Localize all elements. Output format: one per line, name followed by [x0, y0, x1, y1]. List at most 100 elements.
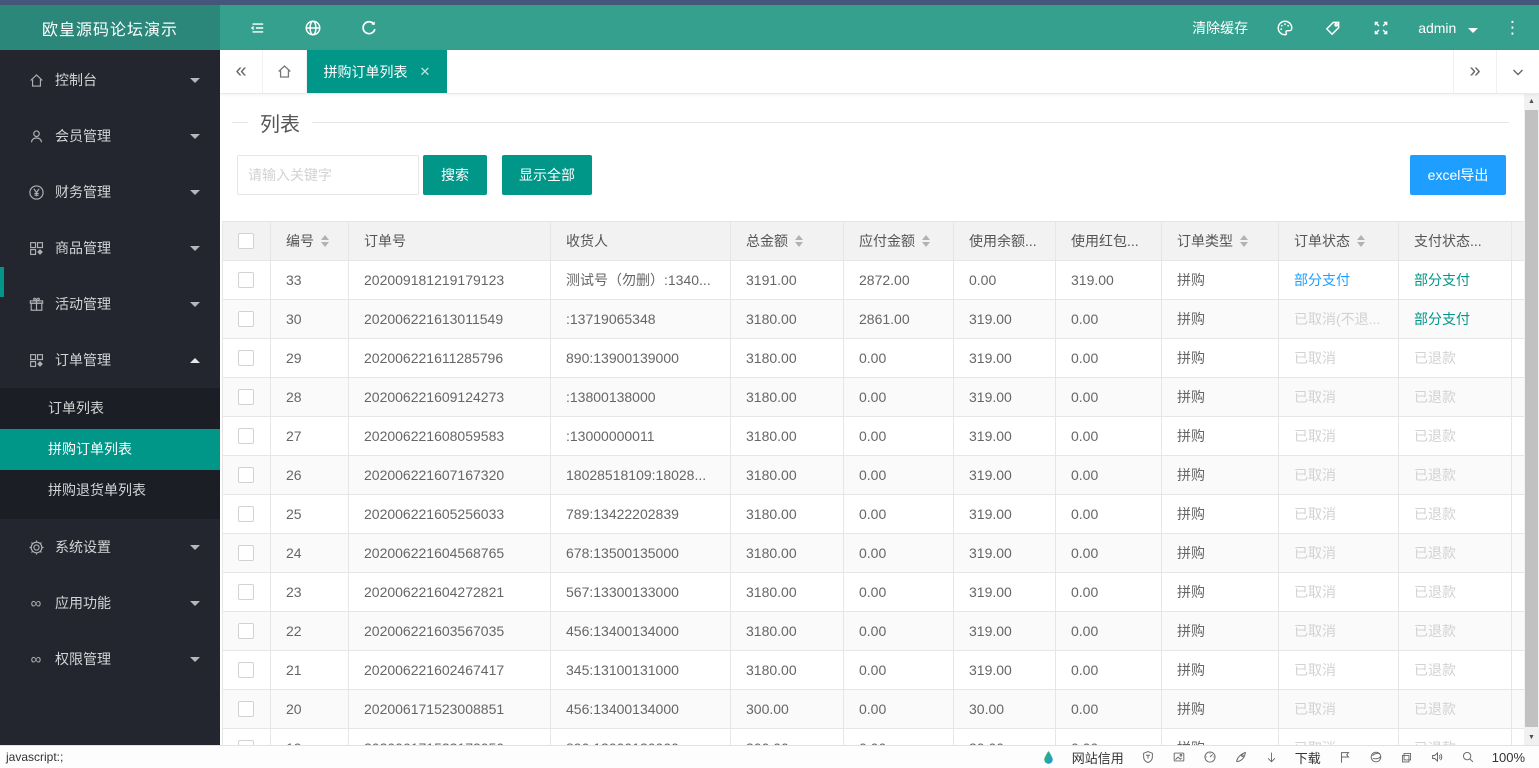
table-row: 23202006221604272821567:133001330003180.…: [222, 573, 1524, 612]
cell-ship_status: 未发货: [1512, 300, 1524, 338]
cell-total: 300.00: [731, 690, 844, 728]
rocket-icon[interactable]: [1234, 750, 1248, 764]
magnifier-icon[interactable]: [1461, 750, 1475, 764]
search-input[interactable]: [237, 155, 419, 195]
sort-icon[interactable]: [795, 235, 803, 247]
shield-icon[interactable]: [1141, 750, 1155, 764]
sidebar-item[interactable]: 订单管理: [0, 332, 220, 388]
cell-id: 33: [271, 261, 349, 299]
cell-pay_status: 部分支付: [1399, 300, 1512, 338]
home-tab[interactable]: [262, 50, 307, 93]
sidebar-item[interactable]: 会员管理: [0, 108, 220, 164]
column-label: 支付状态...: [1414, 231, 1482, 251]
scroll-up-icon[interactable]: ▲: [1524, 94, 1539, 109]
tag-icon[interactable]: [1322, 17, 1344, 39]
more-vertical-icon[interactable]: ⋮: [1504, 23, 1521, 33]
sidebar-item[interactable]: 控制台: [0, 52, 220, 108]
sort-icon[interactable]: [1240, 235, 1248, 247]
column-label: 使用余额...: [969, 231, 1037, 251]
row-checkbox[interactable]: [238, 584, 254, 600]
tabs-scroll-left-icon[interactable]: «: [220, 50, 262, 93]
scroll-down-icon[interactable]: ▼: [1524, 730, 1539, 745]
ie-icon[interactable]: [1369, 750, 1383, 764]
status-badge[interactable]: 部分支付: [1294, 270, 1350, 290]
status-badge[interactable]: 部分支付: [1414, 309, 1470, 329]
cell-ship_status: 未发货: [1512, 378, 1524, 416]
speaker-icon[interactable]: [1430, 750, 1444, 764]
vertical-scrollbar[interactable]: ▲ ▼: [1524, 94, 1539, 745]
sidebar-item[interactable]: 商品管理: [0, 220, 220, 276]
chevron-down-icon: [190, 601, 200, 606]
cell-ship_status: 未发货: [1512, 651, 1524, 689]
status-link-text: javascript:;: [6, 750, 63, 764]
status-badge[interactable]: 部分支付: [1414, 270, 1470, 290]
cell-order_no: 202006221611285796: [349, 339, 551, 377]
cell-type: 拼购: [1162, 534, 1279, 572]
tabs-menu-icon[interactable]: [1496, 50, 1539, 93]
row-checkbox[interactable]: [238, 350, 254, 366]
sidebar-subitem[interactable]: 订单列表: [0, 388, 220, 429]
sidebar-item[interactable]: ∞权限管理: [0, 631, 220, 687]
sidebar-subitem[interactable]: 拼购订单列表: [0, 429, 220, 470]
header-left-icons: [246, 17, 380, 39]
tabs-scroll-right-icon[interactable]: »: [1453, 50, 1496, 93]
cell-balance_used: 319.00: [954, 534, 1056, 572]
cell-balance_used: 30.00: [954, 690, 1056, 728]
row-checkbox[interactable]: [238, 623, 254, 639]
globe-icon[interactable]: [302, 17, 324, 39]
cell-type: 拼购: [1162, 417, 1279, 455]
sidebar-item[interactable]: 财务管理: [0, 164, 220, 220]
sort-icon[interactable]: [922, 235, 930, 247]
cell-receiver: 345:13100131000: [551, 651, 731, 689]
clear-cache-button[interactable]: 清除缓存: [1192, 18, 1248, 38]
row-checkbox[interactable]: [238, 389, 254, 405]
row-checkbox[interactable]: [238, 467, 254, 483]
download-label[interactable]: 下载: [1295, 748, 1321, 767]
flag-icon[interactable]: [1338, 750, 1352, 764]
row-checkbox[interactable]: [238, 545, 254, 561]
drop-icon[interactable]: [1042, 750, 1055, 765]
gauge-icon[interactable]: [1203, 750, 1217, 764]
cell-order_no: 202006221605256033: [349, 495, 551, 533]
excel-export-button[interactable]: excel导出: [1410, 155, 1506, 195]
column-header-payable: 应付金额: [844, 222, 954, 260]
row-checkbox[interactable]: [238, 428, 254, 444]
cell-balance_used: 319.00: [954, 612, 1056, 650]
row-checkbox[interactable]: [238, 311, 254, 327]
header-checkbox-cell: [223, 222, 271, 260]
image-icon[interactable]: [1172, 750, 1186, 764]
cell-order_status: 已取消: [1279, 456, 1399, 494]
fullscreen-icon[interactable]: [1370, 17, 1392, 39]
arrow-down-icon[interactable]: [1265, 751, 1278, 764]
cell-payable: 2872.00: [844, 261, 954, 299]
sidebar-item[interactable]: 系统设置: [0, 519, 220, 575]
window-icon[interactable]: [1400, 751, 1413, 764]
cell-ship_status: 未发货: [1512, 261, 1524, 299]
show-all-button[interactable]: 显示全部: [502, 155, 592, 195]
select-all-checkbox[interactable]: [238, 233, 254, 249]
row-checkbox[interactable]: [238, 272, 254, 288]
scrollbar-thumb[interactable]: [1525, 110, 1538, 727]
column-label: 使用红包...: [1071, 231, 1139, 251]
yen-icon: [27, 183, 45, 201]
sort-icon[interactable]: [321, 235, 329, 247]
row-checkbox[interactable]: [238, 701, 254, 717]
row-checkbox[interactable]: [238, 506, 254, 522]
tab-active[interactable]: 拼购订单列表 ✕: [307, 50, 447, 93]
refresh-icon[interactable]: [358, 17, 380, 39]
search-button[interactable]: 搜索: [423, 155, 487, 195]
close-icon[interactable]: ✕: [420, 64, 431, 80]
cell-ship_status: 未发货: [1512, 495, 1524, 533]
palette-icon[interactable]: [1274, 17, 1296, 39]
cell-payable: 0.00: [844, 651, 954, 689]
sidebar-subitem[interactable]: 拼购退货单列表: [0, 470, 220, 511]
row-checkbox[interactable]: [238, 662, 254, 678]
sidebar-item[interactable]: ∞应用功能: [0, 575, 220, 631]
cell-receiver: 测试号（勿删）:1340...: [551, 261, 731, 299]
site-credit-label[interactable]: 网站信用: [1072, 748, 1124, 767]
collapse-sidebar-icon[interactable]: [246, 17, 268, 39]
sort-icon[interactable]: [1357, 235, 1365, 247]
sidebar-item[interactable]: 活动管理: [0, 276, 220, 332]
sidebar-scroll-indicator[interactable]: [0, 267, 4, 297]
user-menu[interactable]: admin: [1418, 20, 1478, 36]
